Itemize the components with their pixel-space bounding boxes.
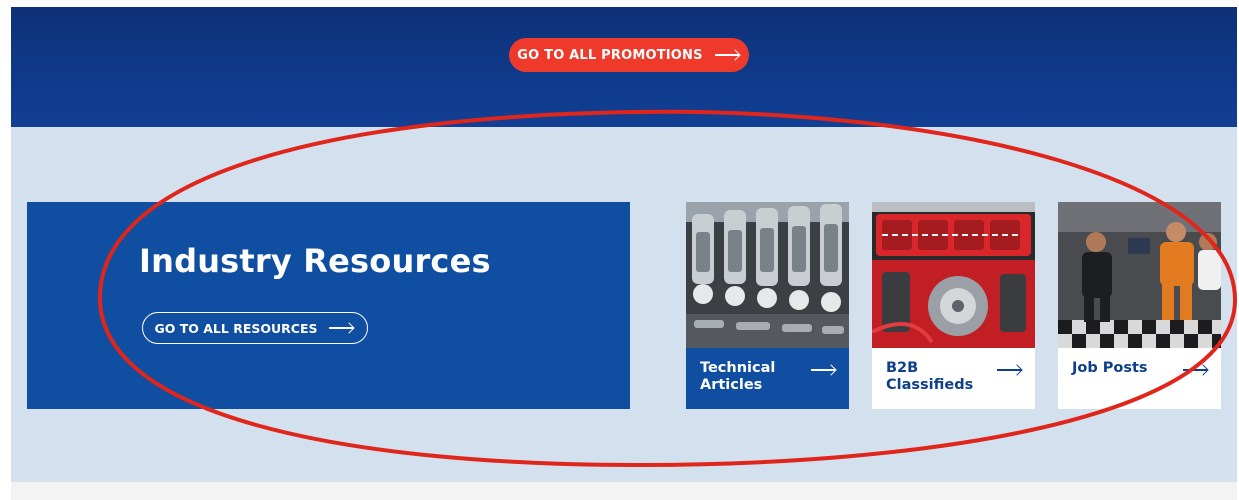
card-label: Job Posts (1072, 360, 1148, 376)
arrow-right-icon (1183, 365, 1209, 375)
resource-card-technical-articles[interactable]: Technical Articles (686, 202, 849, 409)
section-title: Industry Resources (139, 242, 491, 280)
page: GO TO ALL PROMOTIONS Industry Resources … (0, 0, 1239, 500)
card-label: B2B Classifieds (886, 360, 974, 393)
go-to-all-promotions-button[interactable]: GO TO ALL PROMOTIONS (509, 38, 749, 72)
go-to-all-resources-button[interactable]: GO TO ALL RESOURCES (142, 312, 368, 344)
workers-in-shop-photo (1058, 202, 1221, 348)
industry-resources-feature-panel: Industry Resources GO TO ALL RESOURCES (27, 202, 630, 409)
engine-valvetrain-photo (686, 202, 849, 348)
card-label: Technical Articles (700, 360, 776, 393)
resource-card-b2b-classifieds[interactable]: B2B Classifieds (872, 202, 1035, 409)
arrow-right-icon (811, 365, 837, 375)
resource-card-job-posts[interactable]: Job Posts (1058, 202, 1221, 409)
promotions-band: GO TO ALL PROMOTIONS (11, 7, 1237, 127)
arrow-right-icon (329, 323, 355, 333)
promotions-button-label: GO TO ALL PROMOTIONS (517, 47, 703, 63)
resources-button-label: GO TO ALL RESOURCES (154, 320, 318, 336)
red-engine-intake-photo (872, 202, 1035, 348)
arrow-right-icon (997, 365, 1023, 375)
arrow-right-icon (714, 50, 741, 60)
page-bottom-strip (11, 482, 1237, 500)
